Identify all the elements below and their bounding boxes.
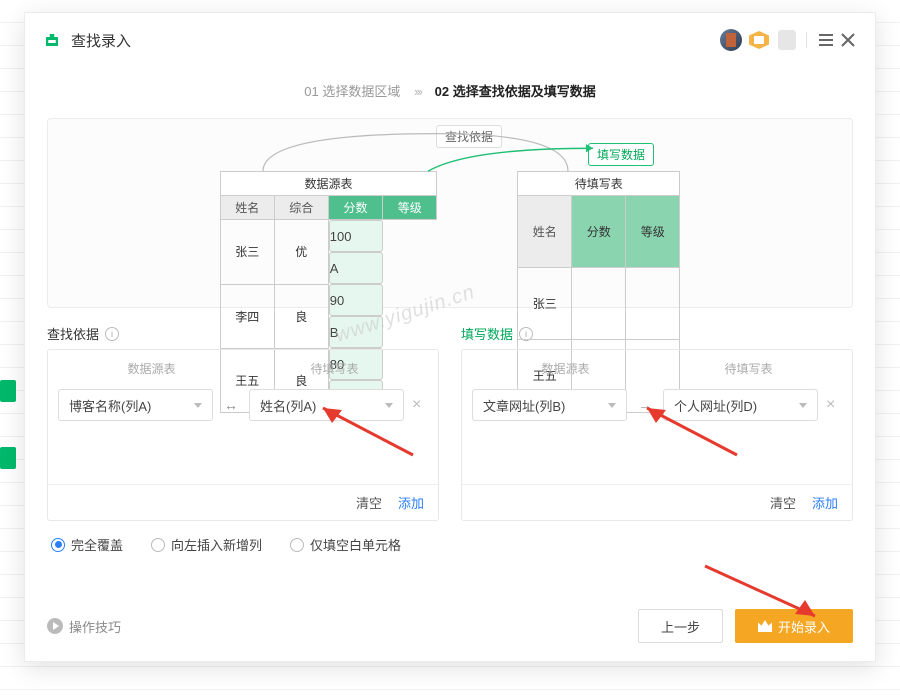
- lookup-target-select[interactable]: 姓名(列A): [249, 389, 404, 421]
- start-entry-button[interactable]: 开始录入: [735, 609, 853, 643]
- radio-label: 仅填空白单元格: [310, 535, 401, 554]
- chevron-down-icon: [194, 403, 202, 408]
- premium-badge-icon[interactable]: [748, 29, 770, 51]
- app-icon: [41, 29, 63, 51]
- step-1-label: 01 选择数据区域: [304, 84, 400, 99]
- close-icon[interactable]: [837, 29, 859, 51]
- chevron-down-icon: [799, 403, 807, 408]
- fill-data-section: 填写数据 i 数据源表 待填写表 文章网址(列B) → 个人网址(列D) ×: [461, 324, 853, 521]
- fill-col-target: 待填写表: [657, 360, 840, 377]
- sheet-selection-marker: [0, 447, 16, 469]
- lookup-clear-button[interactable]: 清空: [356, 493, 382, 512]
- sheet-selection-marker: [0, 380, 16, 402]
- crown-icon: [758, 620, 772, 632]
- radio-full-overwrite[interactable]: 完全覆盖: [51, 535, 123, 554]
- radio-dot-icon: [151, 538, 165, 552]
- dialog-header: 查找录入: [25, 13, 875, 67]
- fill-target-select[interactable]: 个人网址(列D): [663, 389, 818, 421]
- tips-label: 操作技巧: [69, 617, 121, 636]
- illustration-panel: 查找依据 填写数据 数据源表 姓名 综合 分数 等级 张三优100A 李四良90…: [47, 118, 853, 308]
- prev-step-button[interactable]: 上一步: [638, 609, 723, 643]
- lookup-col-target: 待填写表: [243, 360, 426, 377]
- link-icon: ↔: [221, 397, 241, 413]
- shield-icon[interactable]: [776, 29, 798, 51]
- user-avatar[interactable]: [720, 29, 742, 51]
- step-separator: ›››: [414, 84, 421, 99]
- divider: [806, 32, 807, 48]
- lookup-add-button[interactable]: 添加: [398, 493, 424, 512]
- radio-dot-icon: [51, 538, 65, 552]
- radio-insert-left[interactable]: 向左插入新增列: [151, 535, 262, 554]
- step-2-label: 02 选择查找依据及填写数据: [435, 84, 596, 99]
- remove-row-icon[interactable]: ×: [412, 396, 428, 414]
- fill-badge: 填写数据: [588, 143, 654, 166]
- radio-fill-blank-only[interactable]: 仅填空白单元格: [290, 535, 401, 554]
- radio-label: 向左插入新增列: [171, 535, 262, 554]
- write-mode-radios: 完全覆盖 向左插入新增列 仅填空白单元格: [25, 521, 875, 554]
- chevron-down-icon: [385, 403, 393, 408]
- radio-label: 完全覆盖: [71, 535, 123, 554]
- lookup-source-select[interactable]: 博客名称(列A): [58, 389, 213, 421]
- arrow-right-icon: →: [635, 397, 655, 413]
- tips-link[interactable]: 操作技巧: [47, 617, 121, 636]
- fill-col-source: 数据源表: [474, 360, 657, 377]
- fill-add-button[interactable]: 添加: [812, 493, 838, 512]
- radio-dot-icon: [290, 538, 304, 552]
- fill-source-select[interactable]: 文章网址(列B): [472, 389, 627, 421]
- play-icon: [47, 618, 63, 634]
- lookup-badge: 查找依据: [436, 125, 502, 148]
- dialog-title: 查找录入: [71, 30, 131, 51]
- dialog-footer: 操作技巧 上一步 开始录入: [25, 591, 875, 661]
- menu-icon[interactable]: [815, 29, 837, 51]
- step-indicator: 01 选择数据区域 ››› 02 选择查找依据及填写数据: [25, 67, 875, 118]
- fill-clear-button[interactable]: 清空: [770, 493, 796, 512]
- lookup-entry-dialog: 查找录入 01 选择数据区域 ››› 02 选择查找依据及填写数据 查找依据 填…: [24, 12, 876, 662]
- remove-row-icon[interactable]: ×: [826, 396, 842, 414]
- lookup-criteria-section: 查找依据 i 数据源表 待填写表 博客名称(列A) ↔ 姓名(列A) ×: [47, 324, 439, 521]
- chevron-down-icon: [608, 403, 616, 408]
- lookup-col-source: 数据源表: [60, 360, 243, 377]
